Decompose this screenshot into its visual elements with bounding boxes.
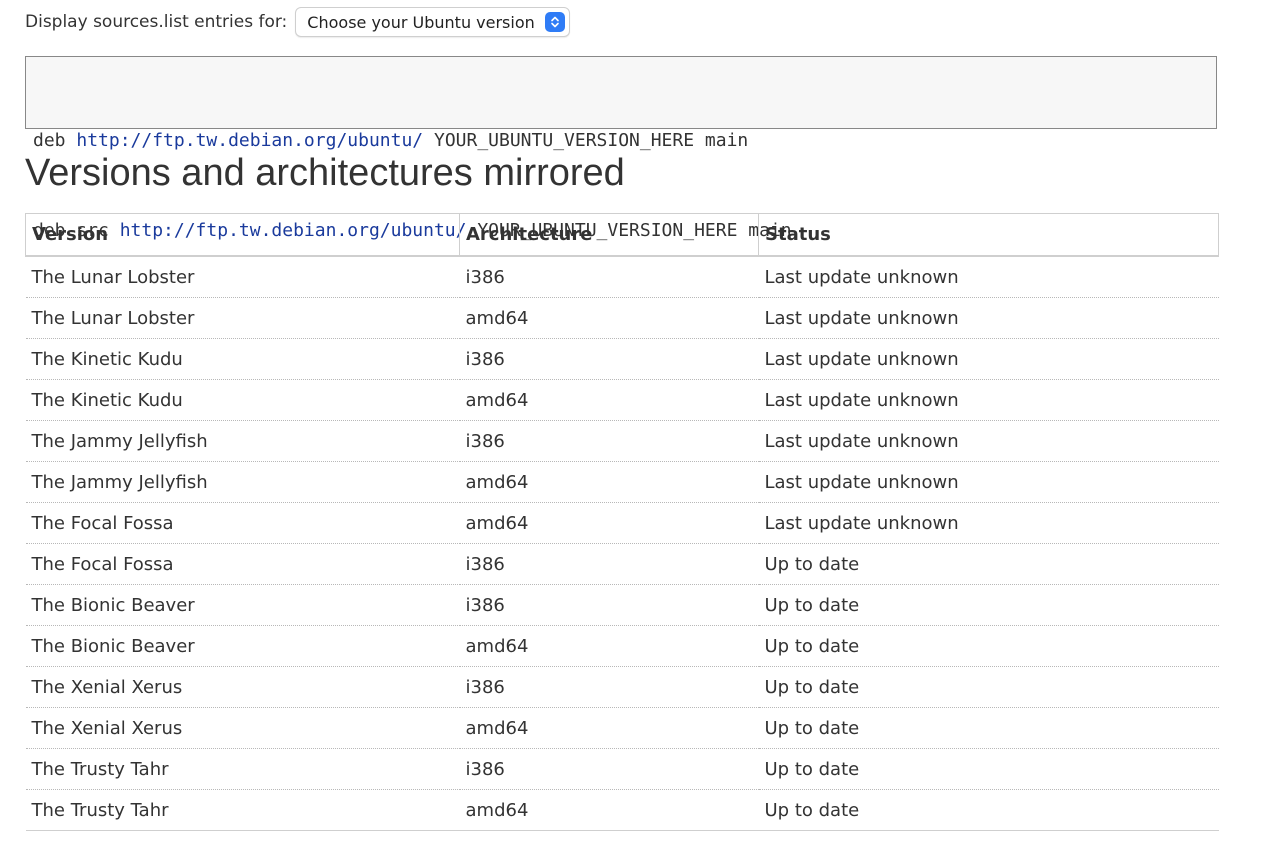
version-cell: The Trusty Tahr <box>25 789 460 831</box>
ubuntu-version-select[interactable]: Choose your Ubuntu version <box>295 7 570 37</box>
source-url-link[interactable]: http://ftp.tw.debian.org/ubuntu/ <box>76 130 423 151</box>
column-header-status: Status <box>758 213 1219 257</box>
architecture-cell: i386 <box>459 584 759 626</box>
table-row: The Trusty Tahr i386 Up to date <box>25 748 1219 790</box>
architecture-cell: amd64 <box>459 625 759 667</box>
mirror-versions-table: Version Architecture Status The Lunar Lo… <box>25 213 1219 831</box>
table-row: The Lunar Lobster i386 Last update unknown <box>25 256 1219 298</box>
version-cell: The Focal Fossa <box>25 502 460 544</box>
version-cell: The Xenial Xerus <box>25 707 460 749</box>
version-cell: The Lunar Lobster <box>25 256 460 298</box>
chevron-up-down-icon <box>544 12 565 32</box>
table-body: The Lunar Lobster i386 Last update unknown… <box>25 256 1219 831</box>
table-row: The Xenial Xerus i386 Up to date <box>25 666 1219 708</box>
status-cell: Last update unknown <box>758 502 1219 544</box>
source-suite: YOUR_UBUNTU_VERSION_HERE main <box>433 130 749 151</box>
version-cell: The Bionic Beaver <box>25 625 460 667</box>
architecture-cell: i386 <box>459 666 759 708</box>
table-row: The Trusty Tahr amd64 Up to date <box>25 789 1219 831</box>
architecture-cell: amd64 <box>459 789 759 831</box>
architecture-cell: i386 <box>459 256 759 298</box>
status-cell: Last update unknown <box>758 338 1219 380</box>
architecture-cell: amd64 <box>459 297 759 339</box>
table-row: The Focal Fossa i386 Up to date <box>25 543 1219 585</box>
table-row: The Jammy Jellyfish i386 Last update unkno… <box>25 420 1219 462</box>
status-cell: Last update unknown <box>758 420 1219 462</box>
architecture-cell: amd64 <box>459 707 759 749</box>
status-cell: Last update unknown <box>758 461 1219 503</box>
source-type: deb <box>33 130 66 151</box>
architecture-cell: amd64 <box>459 379 759 421</box>
architecture-cell: amd64 <box>459 461 759 503</box>
version-selector-row: Display sources.list entries for: Choose… <box>25 7 570 37</box>
status-cell: Up to date <box>758 584 1219 626</box>
sources-list-code-block: deb http://ftp.tw.debian.org/ubuntu/ YOU… <box>25 56 1217 241</box>
status-cell: Up to date <box>758 666 1219 708</box>
architecture-cell: i386 <box>459 748 759 790</box>
table-row: The Kinetic Kudu i386 Last update unknown <box>25 338 1219 380</box>
status-cell: Up to date <box>758 707 1219 749</box>
section-title: Versions and architectures mirrored <box>25 152 625 194</box>
column-header-architecture: Architecture <box>459 213 759 257</box>
version-cell: The Jammy Jellyfish <box>25 420 460 462</box>
architecture-cell: i386 <box>459 420 759 462</box>
status-cell: Last update unknown <box>758 297 1219 339</box>
table-row: The Focal Fossa amd64 Last update unknown <box>25 502 1219 544</box>
version-cell: The Jammy Jellyfish <box>25 461 460 503</box>
status-cell: Last update unknown <box>758 256 1219 298</box>
table-row: The Bionic Beaver i386 Up to date <box>25 584 1219 626</box>
ubuntu-version-select-value: Choose your Ubuntu version <box>307 12 535 32</box>
version-cell: The Kinetic Kudu <box>25 379 460 421</box>
version-cell: The Lunar Lobster <box>25 297 460 339</box>
version-cell: The Bionic Beaver <box>25 584 460 626</box>
status-cell: Last update unknown <box>758 379 1219 421</box>
version-selector-label: Display sources.list entries for: <box>25 12 288 32</box>
architecture-cell: amd64 <box>459 502 759 544</box>
table-row: The Jammy Jellyfish amd64 Last update unkn… <box>25 461 1219 503</box>
page: Display sources.list entries for: Choose… <box>0 0 1280 852</box>
table-row: The Lunar Lobster amd64 Last update unknow… <box>25 297 1219 339</box>
status-cell: Up to date <box>758 748 1219 790</box>
version-cell: The Focal Fossa <box>25 543 460 585</box>
table-row: The Bionic Beaver amd64 Up to date <box>25 625 1219 667</box>
column-header-version: Version <box>25 213 460 257</box>
version-cell: The Xenial Xerus <box>25 666 460 708</box>
table-row: The Kinetic Kudu amd64 Last update unknown <box>25 379 1219 421</box>
status-cell: Up to date <box>758 543 1219 585</box>
version-cell: The Trusty Tahr <box>25 748 460 790</box>
table-row: The Xenial Xerus amd64 Up to date <box>25 707 1219 749</box>
table-header-row: Version Architecture Status <box>25 213 1219 257</box>
status-cell: Up to date <box>758 625 1219 667</box>
architecture-cell: i386 <box>459 338 759 380</box>
architecture-cell: i386 <box>459 543 759 585</box>
version-cell: The Kinetic Kudu <box>25 338 460 380</box>
status-cell: Up to date <box>758 789 1219 831</box>
